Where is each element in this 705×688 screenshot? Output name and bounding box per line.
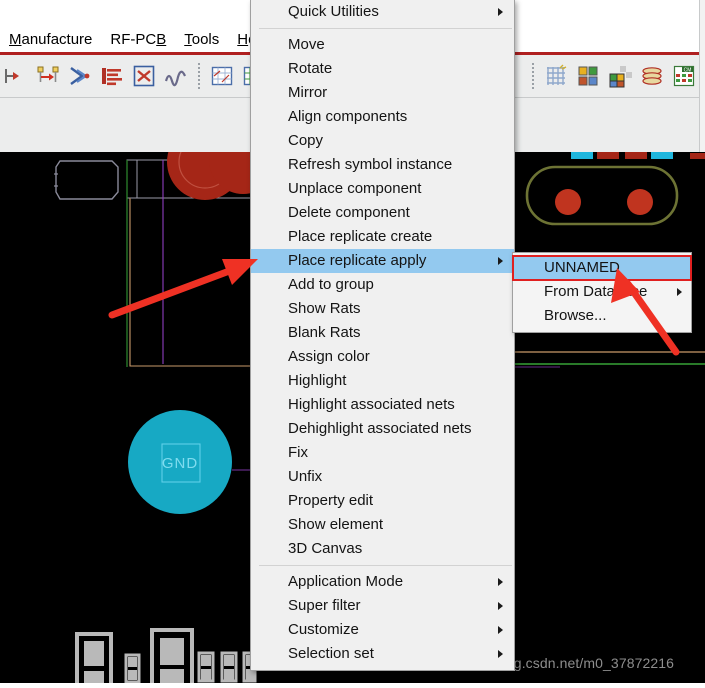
- menu-item-copy[interactable]: Copy: [251, 129, 514, 153]
- shape-route-icon[interactable]: [131, 63, 157, 89]
- menu-item-label: Fix: [288, 444, 308, 461]
- menu-item-label: Unplace component: [288, 180, 422, 197]
- submenu-arrow-icon: [498, 650, 503, 658]
- menu-item-label: Dehighlight associated nets: [288, 420, 472, 437]
- svg-text:GND: GND: [162, 455, 198, 472]
- submenu-arrow-icon: [498, 8, 503, 16]
- menu-item-assign-color[interactable]: Assign color: [251, 345, 514, 369]
- menu-item-label: Delete component: [288, 204, 410, 221]
- menu-item-label: Super filter: [288, 597, 361, 614]
- menu-item-add-to-group[interactable]: Add to group: [251, 273, 514, 297]
- menu-item-3d-canvas[interactable]: 3D Canvas: [251, 537, 514, 561]
- menu-item-dehighlight-associated-nets[interactable]: Dehighlight associated nets: [251, 417, 514, 441]
- submenu-item-label: UNNAMED: [544, 259, 620, 276]
- menu-item-property-edit[interactable]: Property edit: [251, 489, 514, 513]
- menu-item-label: Quick Utilities: [288, 3, 379, 20]
- menu-item-label: Move: [288, 36, 325, 53]
- menu-item-show-rats[interactable]: Show Rats: [251, 297, 514, 321]
- menu-item-label: Selection set: [288, 645, 374, 662]
- toolbar-separator: [198, 63, 200, 89]
- menu-item-unfix[interactable]: Unfix: [251, 465, 514, 489]
- menu-item-label: Place replicate create: [288, 228, 433, 245]
- submenu-arrow-icon: [498, 626, 503, 634]
- menu-item-quick-utilities[interactable]: Quick Utilities: [251, 0, 514, 24]
- menu-item-label: Customize: [288, 621, 359, 638]
- submenu-item-unnamed[interactable]: UNNAMED: [512, 255, 692, 281]
- grid-preview-icon[interactable]: [209, 63, 235, 89]
- submenu-item-browse[interactable]: Browse...: [513, 304, 691, 328]
- menu-item-mirror[interactable]: Mirror: [251, 81, 514, 105]
- menu-item-align-components[interactable]: Align components: [251, 105, 514, 129]
- menu-item-place-replicate-apply[interactable]: Place replicate apply: [251, 249, 514, 273]
- menu-item-move[interactable]: Move: [251, 33, 514, 57]
- submenu-arrow-icon: [498, 602, 503, 610]
- layer-blocks-icon[interactable]: [607, 63, 633, 89]
- submenu-arrow-icon: [677, 288, 682, 296]
- menu-item-label: Application Mode: [288, 573, 404, 590]
- menu-item-super-filter[interactable]: Super filter: [251, 594, 514, 618]
- menubar-item-tools[interactable]: Tools: [175, 29, 228, 50]
- stackup-icon[interactable]: [639, 63, 665, 89]
- menu-item-label: Blank Rats: [288, 324, 361, 341]
- menu-item-label: Highlight associated nets: [288, 396, 455, 413]
- route-pin-icon[interactable]: [35, 63, 61, 89]
- menu-item-label: Rotate: [288, 60, 333, 77]
- submenu-item-from-database[interactable]: From Database: [513, 280, 691, 304]
- menu-item-label: Assign color: [288, 348, 370, 365]
- menu-item-place-replicate-create[interactable]: Place replicate create: [251, 225, 514, 249]
- menu-separator: [259, 28, 512, 29]
- menu-separator: [259, 565, 512, 566]
- grid-icon[interactable]: [543, 63, 569, 89]
- menu-item-label: Highlight: [288, 372, 347, 389]
- menu-item-delete-component[interactable]: Delete component: [251, 201, 514, 225]
- menu-item-unplace-component[interactable]: Unplace component: [251, 177, 514, 201]
- place-pin-icon[interactable]: [3, 63, 29, 89]
- menu-item-label: 3D Canvas: [288, 540, 363, 557]
- submenu-item-label: From Database: [544, 283, 648, 300]
- menu-item-label: Property edit: [288, 492, 374, 509]
- menu-item-fix[interactable]: Fix: [251, 441, 514, 465]
- menu-item-label: Align components: [288, 108, 408, 125]
- menu-item-selection-set[interactable]: Selection set: [251, 642, 514, 666]
- submenu-item-label: Browse...: [544, 307, 607, 324]
- menu-item-label: Show element: [288, 516, 384, 533]
- menu-item-label: Add to group: [288, 276, 374, 293]
- menu-item-label: Mirror: [288, 84, 328, 101]
- svg-text:CM: CM: [684, 67, 692, 73]
- snake-route-icon[interactable]: [163, 63, 189, 89]
- menu-item-label: Show Rats: [288, 300, 361, 317]
- context-menu[interactable]: Quick Utilities Move Rotate Mirror Align com…: [250, 0, 515, 671]
- toolbar-separator-right: [532, 63, 534, 89]
- menu-item-customize[interactable]: Customize: [251, 618, 514, 642]
- menubar-item-rfpcb[interactable]: RF-PCB: [101, 29, 175, 50]
- bus-route-icon[interactable]: [99, 63, 125, 89]
- submenu-arrow-icon: [498, 578, 503, 586]
- menubar-label-manufacture: anufacture: [21, 30, 93, 48]
- window-right-gutter: [699, 0, 705, 152]
- menu-item-rotate[interactable]: Rotate: [251, 57, 514, 81]
- menu-item-blank-rats[interactable]: Blank Rats: [251, 321, 514, 345]
- menu-item-label: Refresh symbol instance: [288, 156, 453, 173]
- menubar-item-manufacture[interactable]: Manufacture: [0, 29, 101, 50]
- place-replicate-apply-submenu[interactable]: UNNAMED From Database Browse...: [512, 252, 692, 333]
- menu-item-highlight[interactable]: Highlight: [251, 369, 514, 393]
- submenu-arrow-icon: [498, 257, 503, 265]
- color-blocks-icon[interactable]: [575, 63, 601, 89]
- menu-item-label: Unfix: [288, 468, 323, 485]
- menu-item-highlight-associated-nets[interactable]: Highlight associated nets: [251, 393, 514, 417]
- fanout-icon[interactable]: [67, 63, 93, 89]
- cm-table-icon[interactable]: CM: [671, 63, 697, 89]
- menu-item-label: Place replicate apply: [288, 252, 427, 269]
- menu-item-refresh-symbol-instance[interactable]: Refresh symbol instance: [251, 153, 514, 177]
- menu-item-show-element[interactable]: Show element: [251, 513, 514, 537]
- menu-item-application-mode[interactable]: Application Mode: [251, 570, 514, 594]
- menu-item-label: Copy: [288, 132, 324, 149]
